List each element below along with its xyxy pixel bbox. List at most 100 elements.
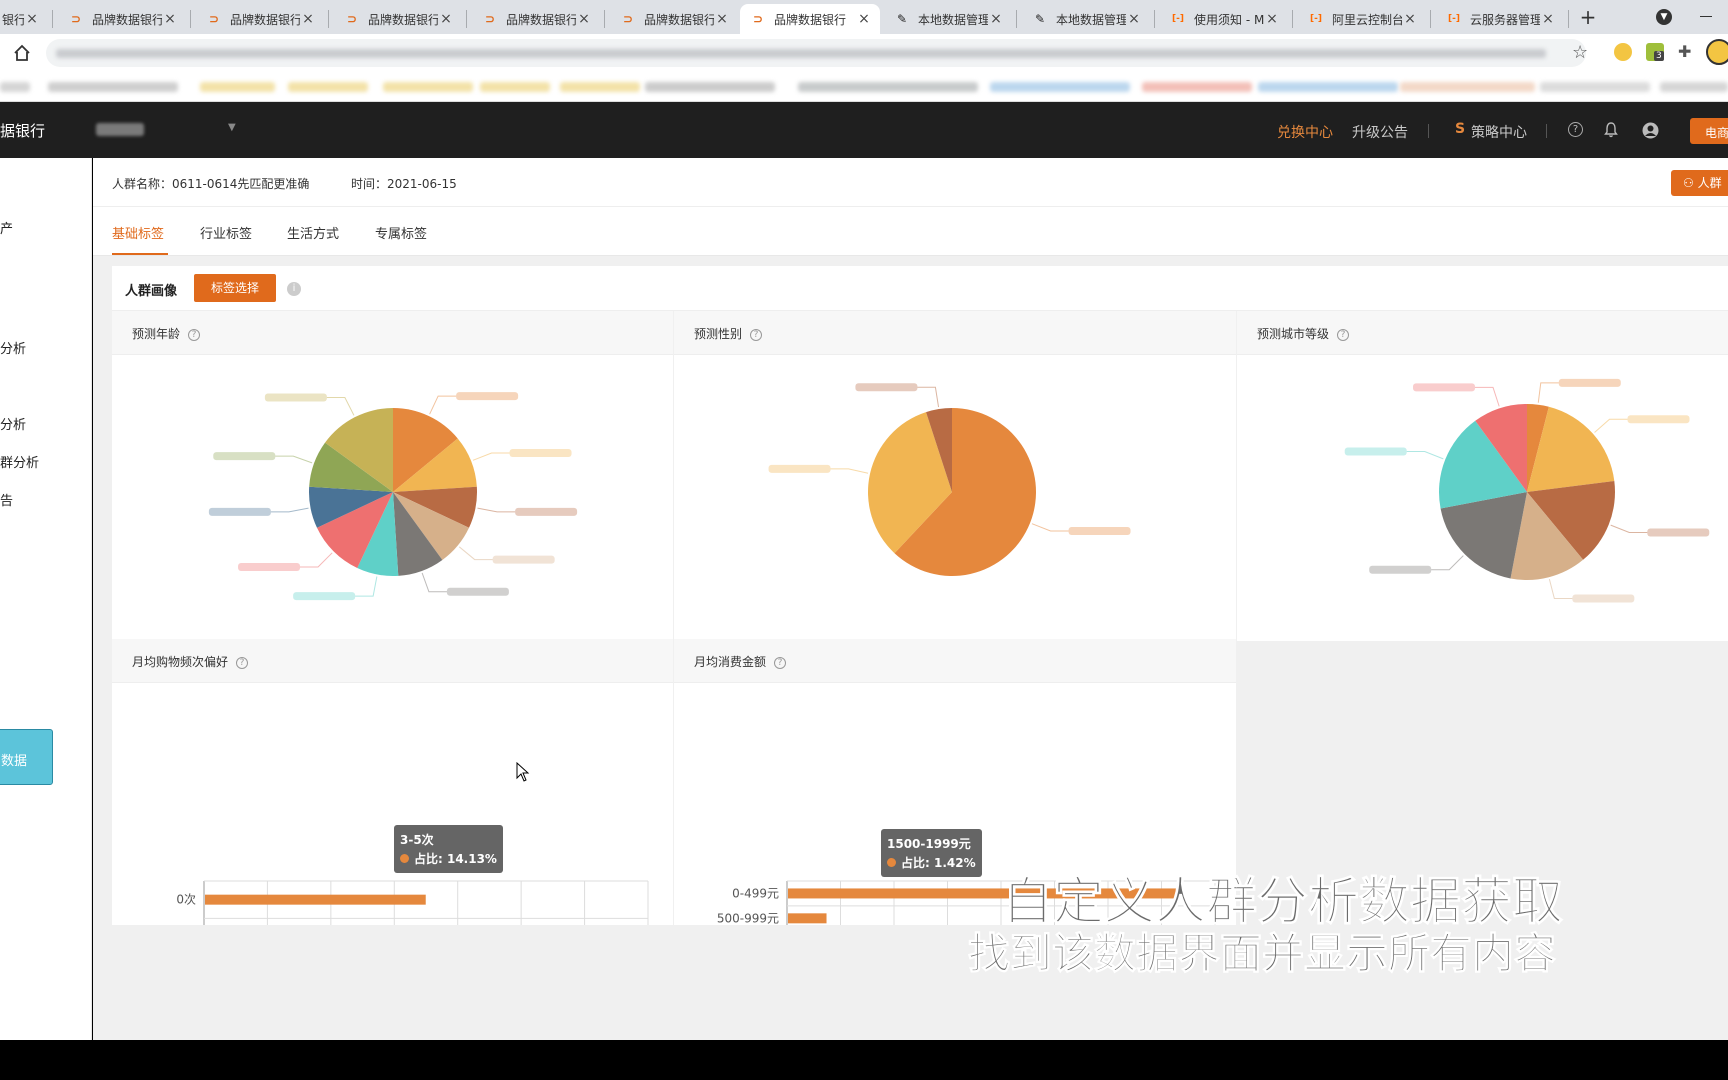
age-title-text: 预测年龄 xyxy=(132,327,181,341)
tab-search-icon[interactable]: ▼ xyxy=(1656,9,1672,25)
extensions-puzzle-icon[interactable]: ✚ xyxy=(1678,42,1691,61)
browser-tab[interactable]: [-] 云服务器管理 × xyxy=(1436,4,1564,34)
browser-tab[interactable]: ⊃ 品牌数据银行 × xyxy=(196,4,324,34)
bookmark-item[interactable] xyxy=(560,82,640,92)
browser-tab[interactable]: ✎ 本地数据管理 × xyxy=(1022,4,1150,34)
minimize-icon[interactable] xyxy=(1700,16,1712,17)
sidebar-item[interactable]: 产 xyxy=(0,218,13,237)
close-tab-icon[interactable]: × xyxy=(1540,11,1556,27)
crowd-time-value: 2021-06-15 xyxy=(387,177,457,191)
browser-tab[interactable]: ⊃银行× xyxy=(0,4,48,34)
sidebar-data-button[interactable]: 数据 xyxy=(0,729,53,785)
strategy-center-link[interactable]: 策略中心 xyxy=(1471,122,1527,142)
tooltip-value: 占比: 14.13% xyxy=(414,852,497,866)
bookmark-item[interactable] xyxy=(288,82,368,92)
tab-3[interactable]: 生活方式 xyxy=(287,223,339,242)
tab-1[interactable]: 基础标签 xyxy=(112,223,164,242)
tab-2[interactable]: 行业标签 xyxy=(200,223,252,242)
bookmark-item[interactable] xyxy=(480,82,550,92)
bookmark-item[interactable] xyxy=(200,82,275,92)
sidebar-item[interactable]: 分析 xyxy=(0,338,26,357)
close-tab-icon[interactable]: × xyxy=(714,11,730,27)
browser-tab[interactable]: ⊃ 品牌数据银行 × xyxy=(740,4,880,34)
header-divider xyxy=(93,206,1728,207)
bookmark-item[interactable] xyxy=(1258,82,1398,92)
extension-badge-icon[interactable]: 3 xyxy=(1646,43,1664,61)
help-icon[interactable]: ? xyxy=(1337,328,1350,341)
help-icon[interactable]: ? xyxy=(750,328,763,341)
browser-tab-title: 品牌数据银行 xyxy=(774,12,847,27)
user-icon[interactable] xyxy=(1642,122,1659,139)
bottom-black-bar xyxy=(0,1040,1728,1080)
tab-4[interactable]: 专属标签 xyxy=(375,223,427,242)
bookmark-item[interactable] xyxy=(383,82,473,92)
help-icon[interactable]: ? xyxy=(1568,122,1583,137)
chevron-down-icon[interactable]: ▼ xyxy=(228,122,236,133)
close-tab-icon[interactable]: × xyxy=(576,11,592,27)
bookmark-item[interactable] xyxy=(1142,82,1252,92)
help-icon[interactable]: ? xyxy=(188,328,201,341)
bookmark-item[interactable] xyxy=(1540,82,1650,92)
browser-tab-title: 云服务器管理 xyxy=(1470,12,1540,27)
bookmark-item[interactable] xyxy=(1660,82,1728,92)
pie-leader-line xyxy=(270,507,309,513)
bookmark-item[interactable] xyxy=(990,82,1130,92)
ecommerce-button[interactable]: 电商 xyxy=(1690,118,1728,144)
tab-separator xyxy=(466,10,467,28)
browser-tab[interactable]: ⊃ 品牌数据银行 × xyxy=(58,4,186,34)
category-label: 0-499元 xyxy=(732,886,779,900)
bookmark-item[interactable] xyxy=(48,82,178,92)
sidebar-item[interactable]: 告 xyxy=(0,490,13,509)
profile-avatar[interactable] xyxy=(1706,39,1728,65)
new-tab-button[interactable]: + xyxy=(1576,4,1600,30)
pie-label-blurred xyxy=(208,507,271,516)
sidebar-item[interactable]: 群分析 xyxy=(0,452,39,471)
browser-tab[interactable]: ✎ 本地数据管理 × xyxy=(884,4,1012,34)
pie-leader-line xyxy=(355,576,378,597)
bookmark-item[interactable] xyxy=(0,82,30,92)
tooltip-title: 1500-1999元 xyxy=(887,837,971,851)
series-dot-icon xyxy=(887,858,896,867)
close-tab-icon[interactable]: × xyxy=(1402,11,1418,27)
gender-title: 预测性别? xyxy=(694,325,763,342)
account-selector[interactable] xyxy=(96,123,144,136)
close-tab-icon[interactable]: × xyxy=(1264,11,1280,27)
browser-tab[interactable]: ⊃ 品牌数据银行 × xyxy=(472,4,600,34)
close-tab-icon[interactable]: × xyxy=(988,11,1004,27)
bookmark-star-icon[interactable]: ☆ xyxy=(1572,42,1588,63)
bar[interactable] xyxy=(788,913,827,924)
tab-separator xyxy=(1292,10,1293,28)
close-tab-icon[interactable]: × xyxy=(24,11,40,27)
close-tab-icon[interactable]: × xyxy=(162,11,178,27)
freq-panel: 月均购物频次偏好? 0次1-2次3-5次6-10次10次及以上未知 3-5次 占… xyxy=(112,639,673,925)
upgrade-announcement-link[interactable]: 升级公告 xyxy=(1352,122,1408,142)
bar[interactable] xyxy=(205,894,426,905)
close-tab-icon[interactable]: × xyxy=(300,11,316,27)
bell-icon[interactable] xyxy=(1603,122,1619,138)
tooltip-title: 3-5次 xyxy=(400,833,434,847)
portrait-title: 人群画像 xyxy=(125,284,178,299)
home-icon[interactable] xyxy=(12,43,32,63)
exchange-center-link[interactable]: 兑换中心 xyxy=(1277,122,1333,142)
browser-tab[interactable]: ⊃ 品牌数据银行 × xyxy=(610,4,738,34)
tag-select-button[interactable]: 标签选择 xyxy=(194,274,276,302)
address-bar[interactable] xyxy=(46,39,1586,67)
close-tab-icon[interactable]: × xyxy=(1126,11,1142,27)
brand-bank-icon: ⊃ xyxy=(208,12,220,26)
browser-tab-title: 本地数据管理 xyxy=(918,12,988,27)
browser-tab[interactable]: [-] 使用须知 - M × xyxy=(1160,4,1288,34)
close-tab-icon[interactable]: × xyxy=(438,11,454,27)
bookmark-item[interactable] xyxy=(645,82,775,92)
extension-face-icon[interactable] xyxy=(1614,43,1632,61)
crowd-action-button[interactable]: ⚇ 人群 xyxy=(1671,170,1728,196)
pie-label-blurred xyxy=(1413,383,1476,392)
pie-label-blurred xyxy=(293,592,356,601)
sidebar-item[interactable]: 分析 xyxy=(0,414,26,433)
bookmark-item[interactable] xyxy=(1400,82,1535,92)
browser-tab[interactable]: ⊃ 品牌数据银行 × xyxy=(334,4,462,34)
info-icon[interactable]: i xyxy=(287,282,301,296)
close-tab-icon[interactable]: × xyxy=(856,11,872,27)
browser-tab[interactable]: [-] 阿里云控制台 × xyxy=(1298,4,1426,34)
crowd-time-label: 时间： xyxy=(351,177,388,191)
bookmark-item[interactable] xyxy=(798,82,978,92)
